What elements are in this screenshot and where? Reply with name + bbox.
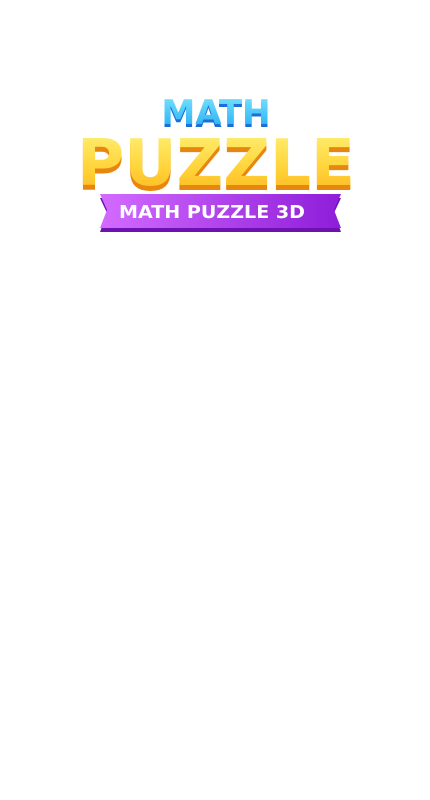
game-logo-graphic: MATH MATH PUZZLE PUZZLE MATH PUZZLE 3D — [77, 93, 355, 232]
game-logo: MATH MATH PUZZLE PUZZLE MATH PUZZLE 3D — [0, 0, 430, 260]
ribbon-text: MATH PUZZLE 3D — [119, 202, 305, 223]
logo-main-word-face: PUZZLE — [77, 127, 355, 201]
logo-ribbon: MATH PUZZLE 3D — [100, 194, 341, 232]
loading-screen-background — [0, 260, 430, 800]
